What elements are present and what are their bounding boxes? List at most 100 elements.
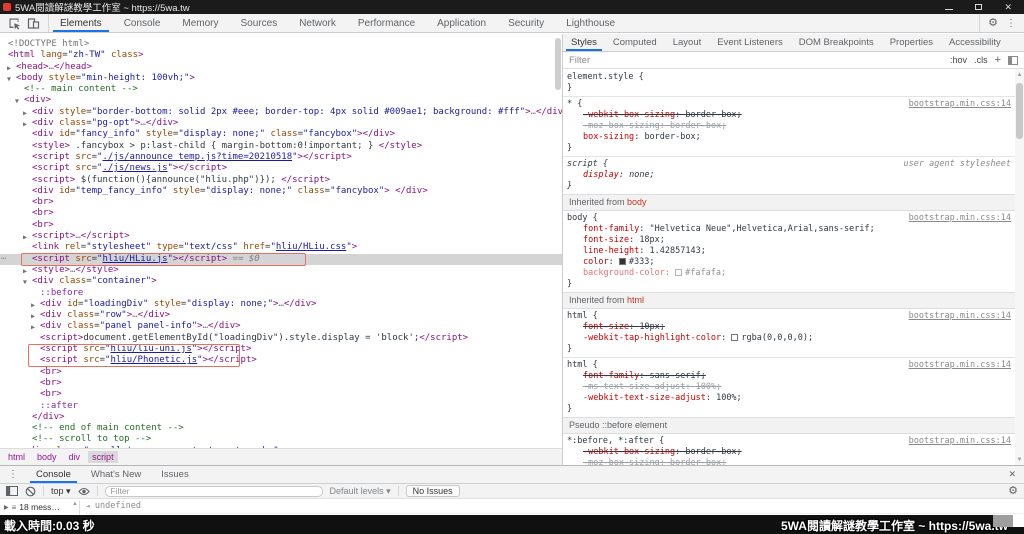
drawer-menu-icon[interactable]: ⋮ — [0, 469, 26, 480]
dom-tree-node[interactable]: ▶<div class="panel panel-info">…</div> — [0, 321, 562, 332]
dom-tree-node[interactable]: <script src="./js/announce_temp.js?time=… — [0, 152, 562, 163]
node-options-dots-icon[interactable]: ⋯ — [1, 254, 5, 265]
scroll-up-icon[interactable]: ▲ — [1015, 72, 1024, 78]
dom-tree-node[interactable]: <script>document.getElementById("loading… — [0, 333, 562, 344]
dom-tree-node[interactable]: <!-- scroll to top --> — [0, 434, 562, 445]
context-selector[interactable]: top ▾ — [51, 486, 71, 497]
dom-tree-node[interactable]: <script> $(function(){announce("hliu.php… — [0, 175, 562, 186]
styles-scrollbar[interactable]: ▲ ▼ — [1015, 70, 1024, 465]
rule-selector[interactable]: html { — [567, 360, 598, 370]
dom-tree-node[interactable]: <br> — [0, 378, 562, 389]
expand-arrow[interactable]: ▶ — [4, 504, 9, 511]
console-sidebar-toggle-icon[interactable] — [6, 486, 18, 496]
tab-lighthouse[interactable]: Lighthouse — [555, 14, 626, 32]
css-property[interactable]: font-size: 10px; — [567, 322, 1015, 333]
inspect-element-icon[interactable] — [8, 17, 21, 30]
scroll-down-icon[interactable]: ▼ — [1015, 457, 1024, 463]
tab-elements[interactable]: Elements — [49, 14, 113, 32]
css-property[interactable]: font-family: "Helvetica Neue",Helvetica,… — [567, 224, 1015, 235]
css-property[interactable]: background-color: #fafafa; — [567, 268, 1015, 279]
expand-arrow-icon[interactable]: ▶ — [23, 232, 27, 242]
dom-tree-node[interactable]: ▶<div class="row">…</div> — [0, 310, 562, 321]
rule-selector[interactable]: element.style { — [567, 72, 644, 82]
expand-arrow-icon[interactable]: ▶ — [31, 300, 35, 310]
expand-arrow-icon[interactable]: ▶ — [23, 108, 27, 118]
dom-tree-node[interactable]: ▶<div class="pg-opt">…</div> — [0, 118, 562, 129]
expand-arrow-icon[interactable]: ▶ — [31, 322, 35, 332]
css-property[interactable]: -ms-text-size-adjust: 100%; — [567, 382, 1015, 393]
console-filter-input[interactable] — [105, 486, 323, 497]
close-button[interactable]: ✕ — [1004, 3, 1012, 12]
css-property[interactable]: -webkit-box-sizing: border-box; — [567, 447, 1015, 458]
computed-panel-toggle-icon[interactable] — [1008, 56, 1018, 65]
stylesheet-source-link[interactable]: bootstrap.min.css:14 — [909, 436, 1011, 447]
dom-tree-node[interactable]: ▼<div> — [0, 95, 562, 106]
rule-selector[interactable]: script { — [567, 159, 608, 169]
device-toolbar-icon[interactable] — [27, 17, 40, 30]
dom-tree-node[interactable]: <br> — [0, 208, 562, 219]
color-swatch[interactable] — [619, 258, 626, 265]
expand-arrow-icon[interactable]: ▶ — [7, 63, 11, 73]
css-property[interactable]: display: none; — [567, 170, 1015, 181]
inherited-node-link[interactable]: html — [627, 295, 644, 305]
css-property[interactable]: -webkit-box-sizing: border-box; — [567, 110, 1015, 121]
toggle-element-state-button[interactable]: :hov — [950, 55, 967, 65]
element-classes-button[interactable]: .cls — [974, 55, 988, 65]
css-property[interactable]: -moz-box-sizing: border-box; — [567, 458, 1015, 465]
rule-selector[interactable]: *:before, *:after { — [567, 436, 664, 446]
sidebar-tab-event-listeners[interactable]: Event Listeners — [709, 34, 790, 51]
collapse-arrow-icon[interactable]: ▼ — [7, 74, 11, 84]
live-expression-eye-icon[interactable] — [78, 487, 90, 496]
collapse-arrow-icon[interactable]: ▼ — [15, 96, 19, 106]
console-result-row[interactable]: ◄undefined — [86, 501, 1024, 514]
drawer-tab-issues[interactable]: Issues — [151, 466, 198, 483]
dom-tree-node[interactable]: <!-- end of main content --> — [0, 423, 562, 434]
dom-tree-node[interactable]: ::after — [0, 401, 562, 412]
breadcrumb-div[interactable]: div — [65, 451, 85, 463]
dom-tree-node[interactable]: <!DOCTYPE html> — [0, 39, 562, 50]
tab-network[interactable]: Network — [288, 14, 347, 32]
stylesheet-source-link[interactable]: bootstrap.min.css:14 — [909, 311, 1011, 322]
stylesheet-source-link[interactable]: bootstrap.min.css:14 — [909, 360, 1011, 371]
css-property[interactable]: -webkit-text-size-adjust: 100%; — [567, 393, 1015, 404]
styles-scrollbar-thumb[interactable] — [1016, 83, 1023, 139]
sidebar-scroll-up-icon[interactable]: ▲ — [72, 501, 78, 507]
console-messages-group[interactable]: ▶ ≡ 18 mess… — [0, 500, 79, 512]
css-property[interactable]: -webkit-tap-highlight-color: rgba(0,0,0,… — [567, 333, 1015, 344]
sidebar-tab-properties[interactable]: Properties — [882, 34, 941, 51]
dom-tree-node[interactable]: ▼<body style="min-height: 100vh;"> — [0, 73, 562, 84]
breadcrumb-body[interactable]: body — [33, 451, 61, 463]
css-property[interactable]: line-height: 1.42857143; — [567, 246, 1015, 257]
dom-tree-node[interactable]: <script src="hliu/Phonetic.js"></script> — [0, 355, 562, 366]
new-style-rule-button[interactable]: + — [995, 54, 1001, 66]
stylesheet-source-link[interactable]: bootstrap.min.css:14 — [909, 99, 1011, 110]
stylesheet-source-link[interactable]: bootstrap.min.css:14 — [909, 213, 1011, 224]
css-property[interactable]: box-sizing: border-box; — [567, 132, 1015, 143]
dom-tree-node[interactable]: <br> — [0, 197, 562, 208]
dom-tree-node[interactable]: ▶<div id="loadingDiv" style="display: no… — [0, 299, 562, 310]
color-swatch[interactable] — [731, 334, 738, 341]
sidebar-tab-layout[interactable]: Layout — [665, 34, 710, 51]
maximize-button[interactable] — [975, 3, 982, 12]
dom-tree-node[interactable]: ▶<script>…</script> — [0, 231, 562, 242]
sidebar-tab-computed[interactable]: Computed — [605, 34, 665, 51]
more-options-icon[interactable]: ⋮ — [1006, 18, 1016, 29]
sidebar-tab-accessibility[interactable]: Accessibility — [941, 34, 1009, 51]
dom-tree-node[interactable]: <script src="hliu/liu-uni.js"></script> — [0, 344, 562, 355]
sidebar-tab-dom-breakpoints[interactable]: DOM Breakpoints — [791, 34, 882, 51]
dom-tree-node[interactable]: <br> — [0, 389, 562, 400]
styles-filter-input[interactable] — [569, 55, 943, 66]
inherited-node-link[interactable]: body — [627, 197, 647, 207]
dom-tree-node-selected[interactable]: ⋯<script src="hliu/HLiu.js"></script> ==… — [0, 254, 562, 265]
breadcrumb-script[interactable]: script — [88, 451, 118, 463]
rule-selector[interactable]: body { — [567, 213, 598, 223]
tab-security[interactable]: Security — [497, 14, 555, 32]
rule-selector[interactable]: * { — [567, 99, 582, 109]
dom-tree-node[interactable]: <!-- main content --> — [0, 84, 562, 95]
dom-tree-node[interactable]: ::before — [0, 288, 562, 299]
sidebar-tab-styles[interactable]: Styles — [563, 34, 605, 51]
dom-tree-node[interactable]: <html lang="zh-TW" class> — [0, 50, 562, 61]
dom-tree-node[interactable]: </div> — [0, 412, 562, 423]
css-property[interactable]: color: #333; — [567, 257, 1015, 268]
console-settings-gear-icon[interactable]: ⚙ — [1008, 486, 1018, 497]
